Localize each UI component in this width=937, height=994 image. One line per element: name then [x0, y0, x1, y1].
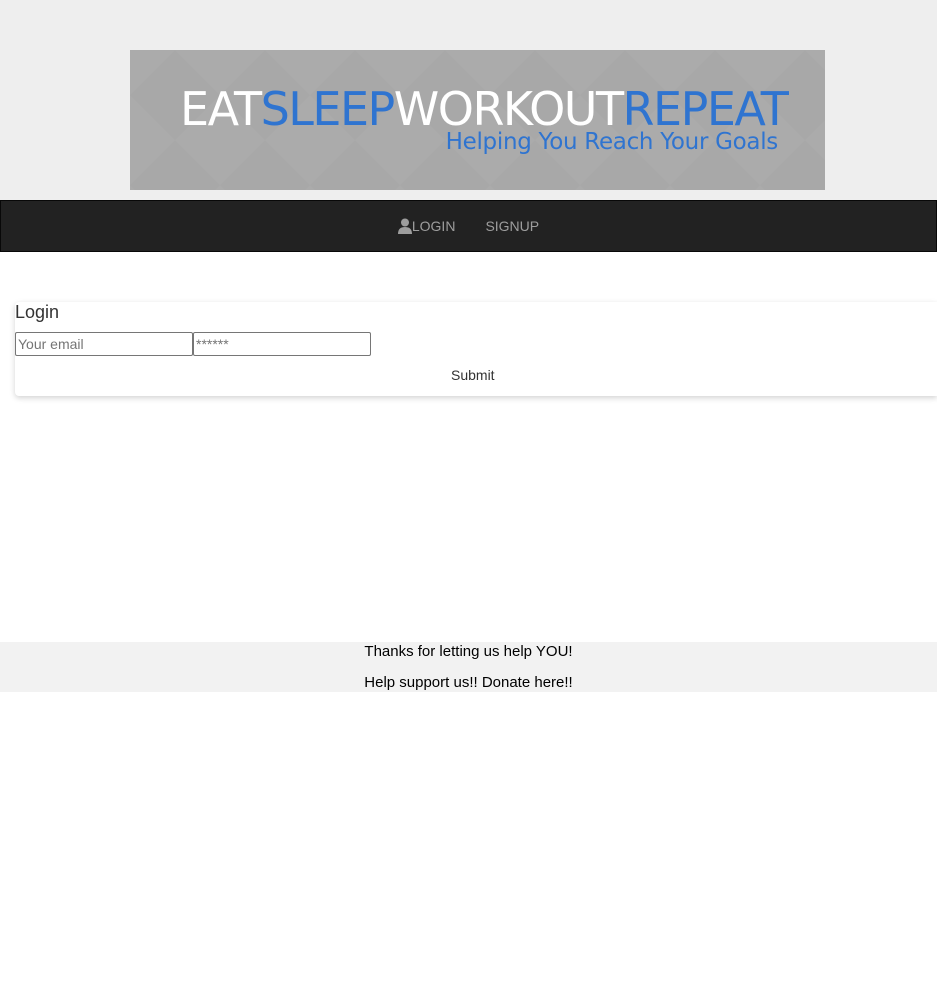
footer: Thanks for letting us help YOU! Help sup…	[0, 642, 937, 692]
title-repeat: REPEAT	[622, 82, 789, 136]
title-eat: EAT	[180, 82, 262, 136]
footer-thanks-text: Thanks for letting us help YOU!	[364, 643, 573, 660]
nav-login-label: LOGIN	[411, 218, 456, 234]
page: EATSLEEPWORKOUTREPEAT Helping You Reach …	[0, 0, 937, 994]
password-field[interactable]	[193, 332, 371, 356]
site-tagline: Helping You Reach Your Goals	[445, 129, 779, 155]
email-field[interactable]	[15, 332, 193, 356]
nav-login-link[interactable]: LOGIN	[397, 218, 456, 234]
login-card: Login Submit	[15, 302, 937, 396]
submit-button[interactable]: Submit	[451, 367, 495, 383]
nav-signup-link[interactable]: SIGNUP	[485, 218, 539, 234]
site-banner: EATSLEEPWORKOUTREPEAT Helping You Reach …	[130, 50, 825, 190]
header-band: EATSLEEPWORKOUTREPEAT Helping You Reach …	[0, 0, 937, 200]
title-sleep: SLEEP	[260, 82, 396, 136]
site-logo-title: EATSLEEPWORKOUTREPEAT	[180, 82, 789, 136]
top-navbar: LOGIN SIGNUP	[0, 200, 937, 252]
footer-donate-link[interactable]: Help support us!! Donate here!!	[0, 674, 937, 691]
title-workout: WORKOUT	[393, 82, 624, 136]
user-icon	[397, 218, 412, 234]
login-heading: Login	[15, 302, 60, 322]
